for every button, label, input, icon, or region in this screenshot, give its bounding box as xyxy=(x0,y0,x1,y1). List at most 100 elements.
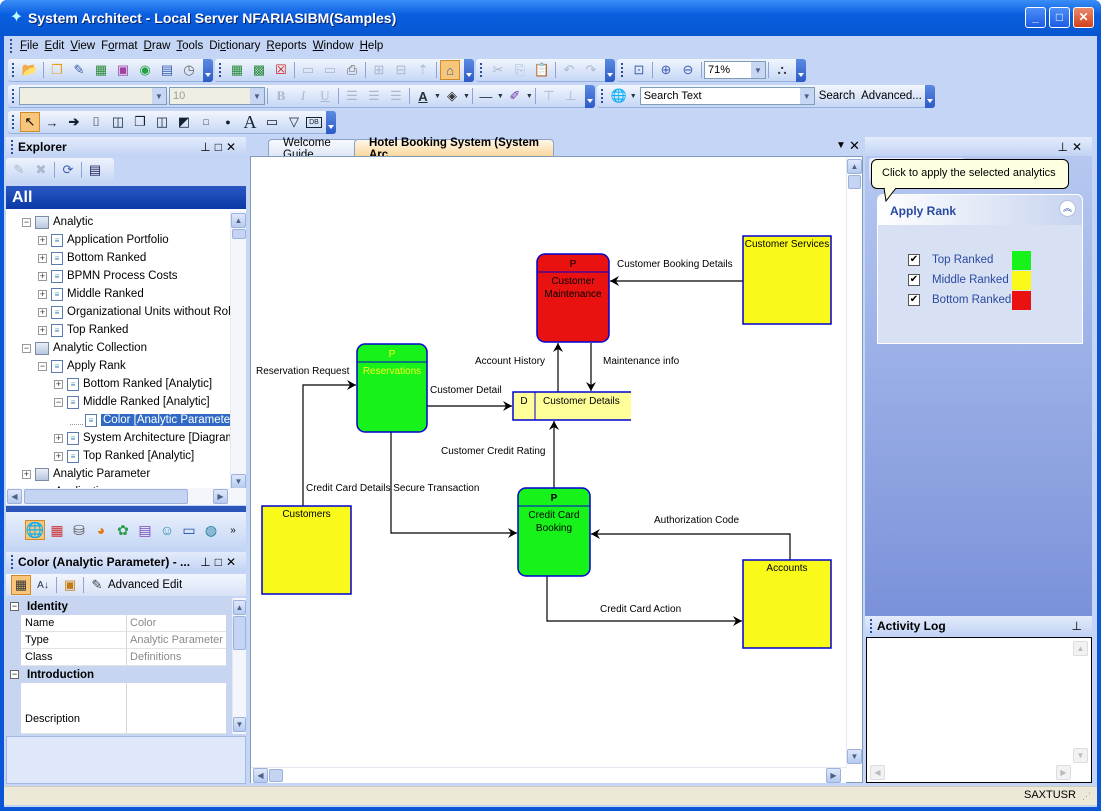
scroll-left-icon[interactable]: ◀ xyxy=(253,768,268,783)
rank-label[interactable]: Middle Ranked xyxy=(932,274,1012,286)
dot-tool-icon[interactable]: ● xyxy=(218,112,238,132)
child-icon[interactable]: ⊞ xyxy=(369,60,389,80)
font-size-select[interactable]: 10 ▼ xyxy=(169,87,265,105)
panel-grip[interactable] xyxy=(11,140,14,154)
collapse-icon[interactable]: − xyxy=(22,217,31,227)
rank-checkbox[interactable]: ✔ xyxy=(908,274,920,286)
search-input[interactable]: Search Text ▼ xyxy=(639,87,815,105)
text-align-top-icon[interactable]: ⊤ xyxy=(539,86,559,106)
scroll-thumb[interactable] xyxy=(848,175,861,189)
pin-icon[interactable]: ⊥ xyxy=(1057,140,1071,154)
print-icon[interactable]: ⎙ xyxy=(342,60,362,80)
chevron-down-icon[interactable]: ▼ xyxy=(526,93,533,100)
menu-dictionary[interactable]: Dictionary xyxy=(206,40,263,52)
users-view-icon[interactable]: ☺ xyxy=(157,520,177,540)
rank-label[interactable]: Top Ranked xyxy=(932,254,1012,266)
edit-definition-icon[interactable]: ✎ xyxy=(69,60,89,80)
properties-view-icon[interactable]: ▤ xyxy=(85,160,105,180)
zoom-select[interactable]: 71% ▼ xyxy=(704,61,766,79)
navigator-icon[interactable]: ⌂ xyxy=(440,60,460,80)
scroll-up-icon[interactable]: ▲ xyxy=(231,213,246,228)
scroll-up-icon[interactable]: ▲ xyxy=(1073,641,1088,656)
advanced-search-button[interactable]: Advanced... xyxy=(861,90,922,102)
bold-button[interactable]: B xyxy=(271,86,291,106)
database-view-icon[interactable]: ⛁ xyxy=(69,520,89,540)
scroll-thumb[interactable] xyxy=(233,616,246,650)
diagram-canvas[interactable]: Customer Booking Details Account History M… xyxy=(250,156,863,783)
edit-icon[interactable]: ✎ xyxy=(9,160,29,180)
collapse-icon[interactable]: − xyxy=(10,670,19,679)
chevron-down-icon[interactable]: ▼ xyxy=(434,93,441,100)
underline-button[interactable]: U xyxy=(315,86,335,106)
hierarchy-view-icon[interactable]: ✿ xyxy=(113,520,133,540)
close-panel-icon[interactable]: ✕ xyxy=(226,140,240,154)
expand-icon[interactable]: + xyxy=(38,271,47,281)
flow-arrow-tool-icon[interactable]: → xyxy=(42,112,62,132)
scroll-thumb[interactable] xyxy=(24,489,188,504)
toolbar-overflow-button[interactable] xyxy=(326,110,336,134)
align-right-icon[interactable]: ☰ xyxy=(386,86,406,106)
menu-view[interactable]: View xyxy=(67,40,98,52)
property-value[interactable] xyxy=(127,683,226,734)
resize-grip-icon[interactable]: ⋰ xyxy=(1082,791,1091,802)
search-button[interactable]: Search xyxy=(819,90,855,102)
collapse-icon[interactable]: − xyxy=(22,343,31,353)
expand-icon[interactable]: + xyxy=(22,469,31,479)
property-pages-icon[interactable]: ▣ xyxy=(60,575,80,595)
expand-icon[interactable]: + xyxy=(38,307,47,317)
toolbar-overflow-button[interactable] xyxy=(464,58,474,82)
toolbar-grip[interactable] xyxy=(621,63,624,77)
globe-view-icon[interactable]: 🌐 xyxy=(25,520,45,540)
diagram-icon[interactable]: ▦ xyxy=(91,60,111,80)
tree-item[interactable]: ≡ Color [Analytic Parameter] xyxy=(70,411,240,429)
menu-file[interactable]: File xyxy=(17,40,42,52)
parent-icon[interactable]: ⊟ xyxy=(391,60,411,80)
globe-icon[interactable]: 🌐 xyxy=(609,86,629,106)
tab-welcome-guide[interactable]: Welcome Guide xyxy=(268,137,358,161)
delete-icon[interactable]: ✖ xyxy=(31,160,51,180)
toolbar-grip[interactable] xyxy=(12,89,15,103)
panel-grip[interactable] xyxy=(870,619,873,633)
up-level-icon[interactable]: ⇡ xyxy=(413,60,433,80)
toolbar-grip[interactable] xyxy=(600,89,604,103)
panel-grip[interactable] xyxy=(11,555,14,569)
process-view-icon[interactable]: ◕ xyxy=(91,520,111,540)
tree-item[interactable]: + ≡ Bottom Ranked [Analytic] xyxy=(54,375,212,393)
more-views-icon[interactable]: » xyxy=(223,520,243,540)
toolbar-grip[interactable] xyxy=(480,63,483,77)
redo-icon[interactable]: ↷ xyxy=(581,60,601,80)
italic-button[interactable]: I xyxy=(293,86,313,106)
close-document-icon[interactable]: ✕ xyxy=(849,138,860,154)
scroll-up-icon[interactable]: ▲ xyxy=(233,600,246,615)
expand-icon[interactable]: + xyxy=(54,433,63,443)
close-panel-icon[interactable]: ✕ xyxy=(226,555,240,569)
canvas-horizontal-scrollbar[interactable]: ◀ ▶ xyxy=(251,767,846,783)
scroll-down-icon[interactable]: ▼ xyxy=(231,474,246,489)
title-bar[interactable]: ✦ System Architect - Local Server NFARIA… xyxy=(0,0,1101,36)
scroll-left-icon[interactable]: ◀ xyxy=(870,765,885,780)
collapse-group-icon[interactable]: ︽ xyxy=(1059,200,1076,217)
property-scrollbar[interactable]: ▲ ▼ xyxy=(232,598,246,734)
toolbar-overflow-button[interactable] xyxy=(924,84,935,108)
property-value[interactable]: Definitions xyxy=(127,649,226,666)
font-name-select[interactable]: ▼ xyxy=(19,87,167,105)
scroll-left-icon[interactable]: ◀ xyxy=(7,489,22,504)
expand-icon[interactable]: + xyxy=(54,379,63,389)
tree-vertical-scrollbar[interactable]: ▲ ▼ xyxy=(230,211,246,491)
line-style-icon[interactable]: — xyxy=(476,86,496,106)
toolbar-grip[interactable] xyxy=(12,115,15,129)
align-center-icon[interactable]: ☰ xyxy=(364,86,384,106)
advanced-edit-icon[interactable]: ✎ xyxy=(87,575,107,595)
datastore-cylinder-tool-icon[interactable]: ⌷ xyxy=(86,112,106,132)
new-definition-icon[interactable]: ❐ xyxy=(47,60,67,80)
menu-reports[interactable]: Reports xyxy=(263,40,309,52)
copy-icon[interactable]: ⎘ xyxy=(510,60,530,80)
thick-arrow-tool-icon[interactable]: ➔ xyxy=(64,112,84,132)
toolbar-grip[interactable] xyxy=(219,63,222,77)
tree-item[interactable]: + ≡ Middle Ranked xyxy=(38,285,144,303)
collapse-icon[interactable]: − xyxy=(54,397,63,407)
categorized-view-icon[interactable]: ▦ xyxy=(11,575,31,595)
minimize-button[interactable]: _ xyxy=(1025,7,1046,28)
undo-icon[interactable]: ↶ xyxy=(559,60,579,80)
flow-authorization-code[interactable] xyxy=(591,533,791,560)
